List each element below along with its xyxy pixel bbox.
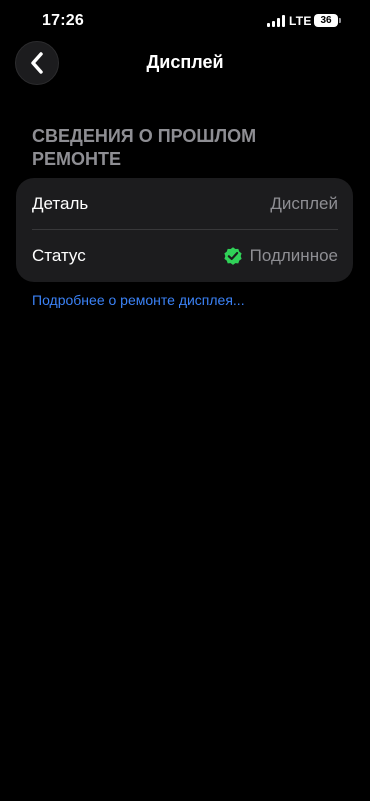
verified-checkmark-icon [224,247,242,265]
status-bar: 17:26 LTE 36 [0,0,370,44]
part-label: Деталь [32,194,89,213]
page-title: Дисплей [146,52,224,72]
cellular-signal-icon [267,15,285,27]
status-row: Статус Подлинное [32,230,338,282]
status-value: Подлинное [249,246,338,265]
repair-info-card: Деталь Дисплей Статус Подлинное [16,178,353,282]
repair-details-link[interactable]: Подробнее о ремонте дисплея... [32,292,245,308]
part-row: Деталь Дисплей [32,178,338,230]
battery-level: 36 [320,15,332,26]
network-type: LTE [289,14,312,28]
navigation-bar: Дисплей [0,40,370,86]
battery-icon: 36 [314,14,338,27]
status-time: 17:26 [42,12,84,29]
status-value-group: Подлинное [222,245,338,267]
section-header: СВЕДЕНИЯ О ПРОШЛОМ РЕМОНТЕ [32,126,257,169]
battery-tip [339,18,341,23]
part-value: Дисплей [270,194,338,213]
status-label: Статус [32,246,86,265]
